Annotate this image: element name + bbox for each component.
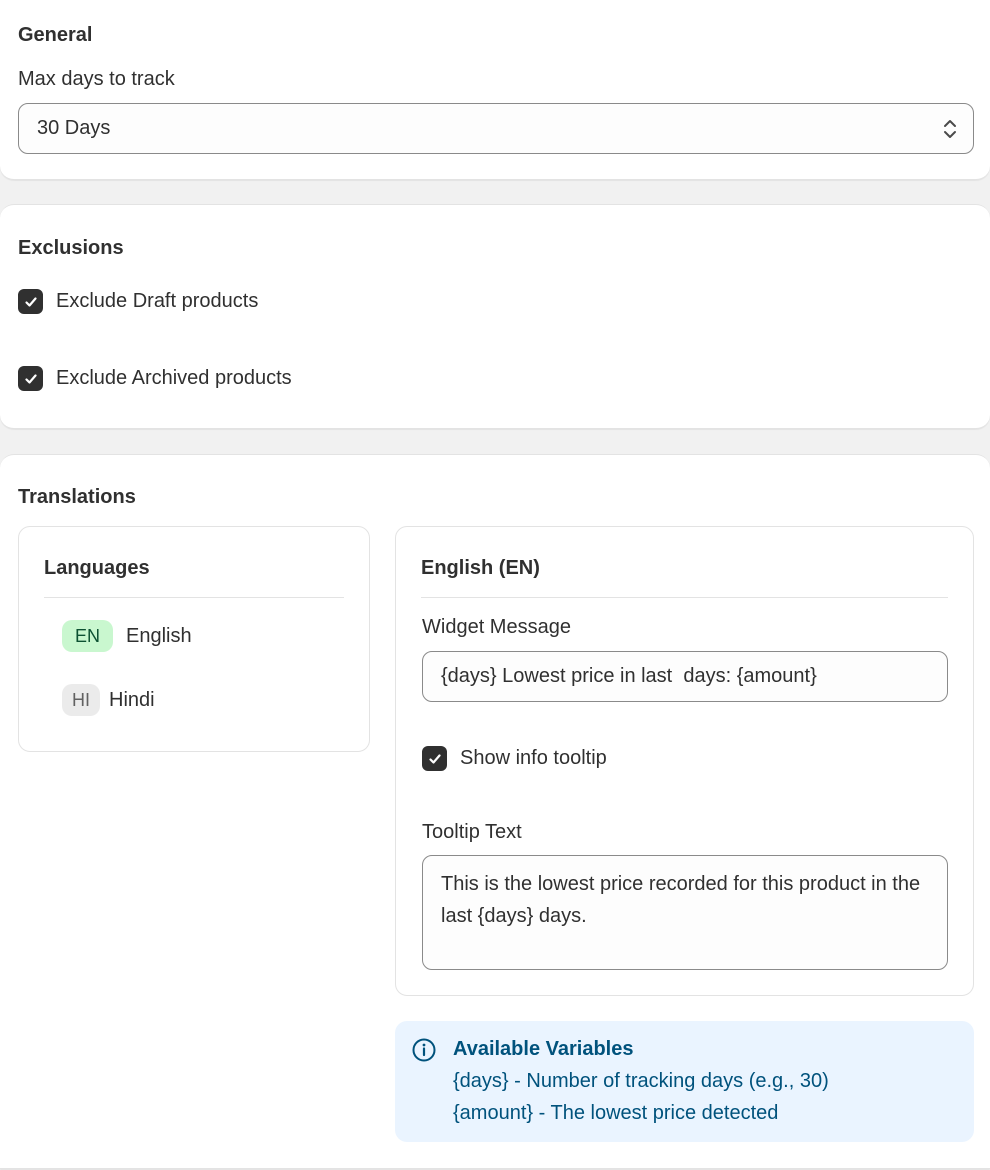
checkmark-icon xyxy=(428,753,441,764)
show-tooltip-checkbox-row[interactable]: Show info tooltip xyxy=(422,746,607,771)
languages-title: Languages xyxy=(44,557,150,579)
exclude-archived-checkbox[interactable] xyxy=(18,366,43,391)
variables-title: Available Variables xyxy=(453,1038,634,1060)
exclude-draft-label: Exclude Draft products xyxy=(56,290,259,312)
show-tooltip-label: Show info tooltip xyxy=(460,747,607,769)
max-days-select[interactable]: 30 Days xyxy=(18,103,974,154)
language-editor-panel: English (EN) Widget Message {days} Lowes… xyxy=(395,526,974,996)
language-name: English xyxy=(126,624,192,647)
general-title: General xyxy=(18,24,93,46)
language-code-badge: EN xyxy=(62,620,114,652)
language-item-hindi[interactable]: HI Hindi xyxy=(62,684,155,716)
language-name: Hindi xyxy=(109,688,155,711)
tooltip-text-label: Tooltip Text xyxy=(422,821,522,843)
exclude-draft-checkbox[interactable] xyxy=(18,289,43,314)
max-days-value: 30 Days xyxy=(37,117,111,139)
variable-line-amount: {amount} - The lowest price detected xyxy=(453,1102,779,1124)
info-circle-icon xyxy=(412,1038,436,1062)
language-item-english[interactable]: EN English xyxy=(62,620,192,652)
available-variables-banner: Available Variables {days} - Number of t… xyxy=(395,1021,974,1142)
general-card: General Max days to track 30 Days xyxy=(0,0,990,180)
max-days-label: Max days to track xyxy=(18,68,175,90)
exclude-archived-label: Exclude Archived products xyxy=(56,367,292,389)
variable-line-days: {days} - Number of tracking days (e.g., … xyxy=(453,1070,829,1092)
checkmark-icon xyxy=(24,296,37,307)
checkmark-icon xyxy=(24,373,37,384)
languages-divider xyxy=(44,597,344,598)
editor-divider xyxy=(421,597,948,598)
editor-title: English (EN) xyxy=(421,557,540,579)
language-code-badge: HI xyxy=(62,684,100,716)
widget-message-input[interactable]: {days} Lowest price in last days: {amoun… xyxy=(422,651,948,702)
exclude-draft-checkbox-row[interactable]: Exclude Draft products xyxy=(18,289,258,314)
exclude-archived-checkbox-row[interactable]: Exclude Archived products xyxy=(18,366,292,391)
exclusions-card: Exclusions Exclude Draft products Exclud… xyxy=(0,204,990,429)
select-chevrons-icon xyxy=(944,120,956,138)
tooltip-text-textarea[interactable]: This is the lowest price recorded for th… xyxy=(422,855,948,970)
widget-message-label: Widget Message xyxy=(422,616,571,638)
show-tooltip-checkbox[interactable] xyxy=(422,746,447,771)
exclusions-title: Exclusions xyxy=(18,237,124,259)
translations-title: Translations xyxy=(18,486,136,508)
